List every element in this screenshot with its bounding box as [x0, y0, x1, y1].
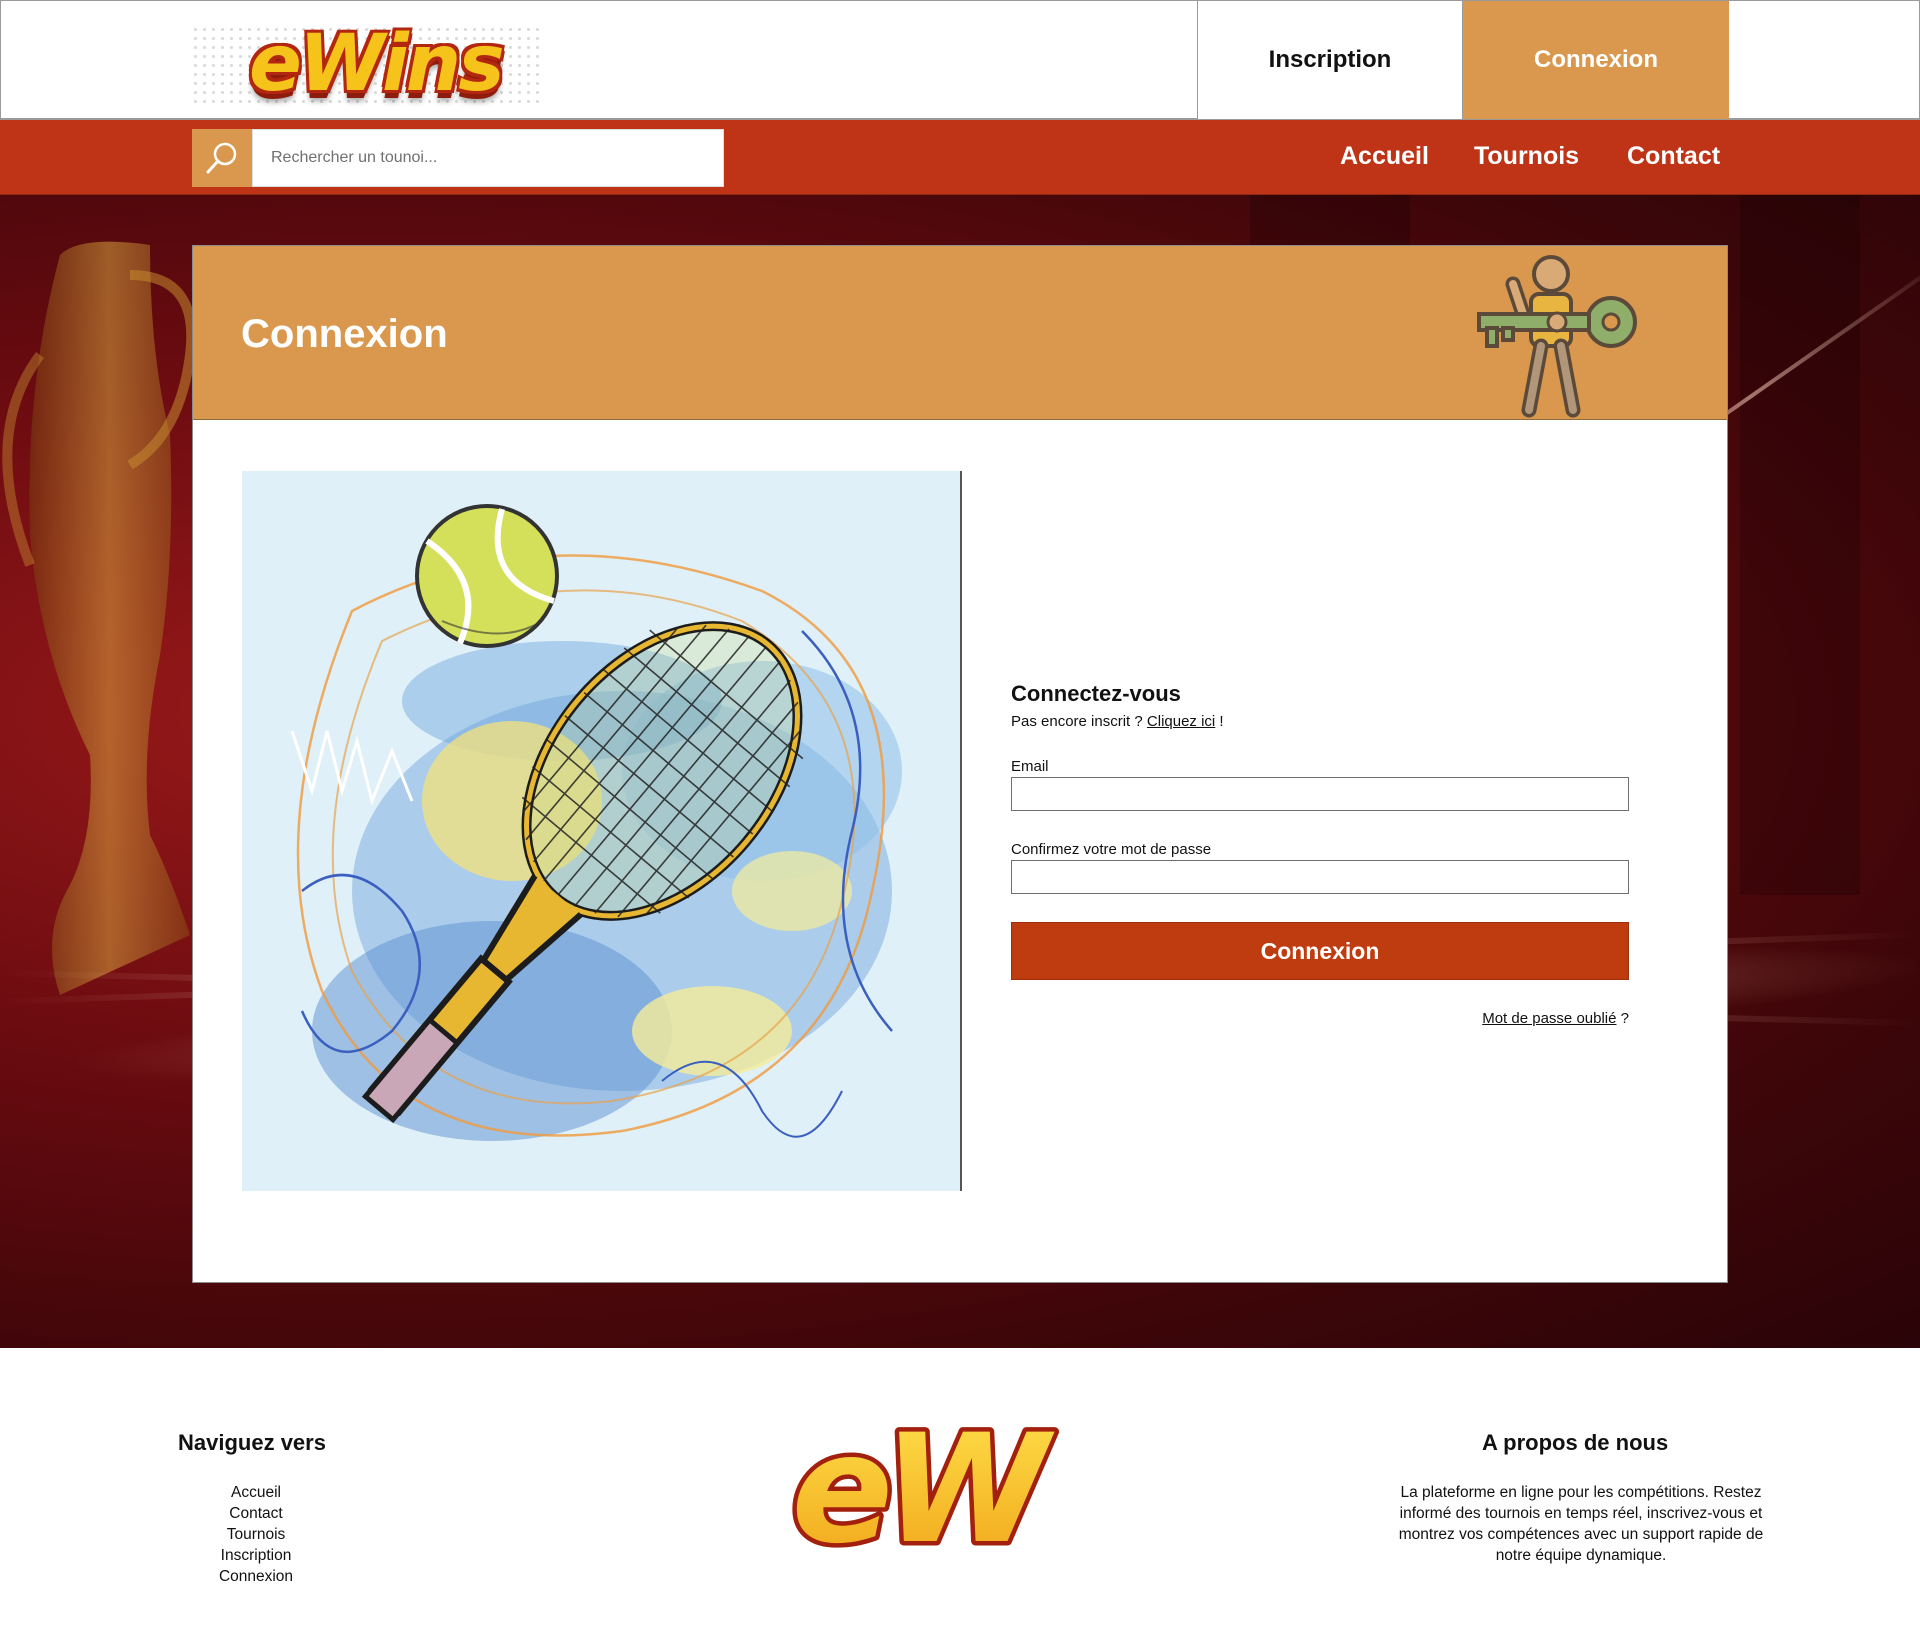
- logo-text: eWins: [249, 19, 505, 109]
- register-prompt-suffix: !: [1215, 713, 1224, 730]
- top-header: eWins Inscription Connexion: [0, 0, 1920, 120]
- email-label: Email: [1011, 758, 1049, 775]
- footer-link-connexion[interactable]: Connexion: [180, 1566, 332, 1587]
- footer-link-inscription[interactable]: Inscription: [180, 1545, 332, 1566]
- page-title: Connexion: [241, 312, 448, 356]
- ewins-logo[interactable]: eWins: [191, 19, 551, 119]
- person-with-key-icon: [1477, 255, 1637, 418]
- login-form: Connectez-vous Pas encore inscrit ? Cliq…: [1011, 681, 1631, 1027]
- register-link[interactable]: Cliquez ici: [1147, 713, 1215, 730]
- footer-about-title: A propos de nous: [1482, 1430, 1669, 1455]
- register-prompt: Pas encore inscrit ? Cliquez ici !: [1011, 713, 1631, 730]
- search-input[interactable]: [252, 129, 724, 187]
- login-card: Connexion Connectez-vous Pas encore insc…: [192, 245, 1728, 1283]
- nav-link-tournois[interactable]: Tournois: [1474, 142, 1579, 171]
- nav-link-accueil[interactable]: Accueil: [1340, 142, 1429, 171]
- forgot-password-suffix: ?: [1616, 1010, 1629, 1027]
- forgot-password: Mot de passe oublié ?: [1011, 1010, 1629, 1027]
- nav-link-contact[interactable]: Contact: [1627, 142, 1720, 171]
- footer-about-text: La plateforme en ligne pour les compétit…: [1398, 1484, 1764, 1564]
- form-title: Connectez-vous: [1011, 681, 1181, 706]
- footer-link-accueil[interactable]: Accueil: [180, 1482, 332, 1503]
- footer-nav-links: Accueil Contact Tournois Inscription Con…: [180, 1482, 332, 1587]
- tab-connexion[interactable]: Connexion: [1463, 1, 1729, 119]
- footer-link-contact[interactable]: Contact: [180, 1503, 332, 1524]
- forgot-password-link[interactable]: Mot de passe oublié: [1482, 1010, 1616, 1027]
- tab-inscription[interactable]: Inscription: [1197, 1, 1463, 119]
- search-icon: [206, 142, 237, 174]
- tennis-illustration: [242, 471, 962, 1191]
- bg-panel: [1740, 195, 1860, 895]
- login-submit-button[interactable]: Connexion: [1011, 922, 1629, 980]
- password-label: Confirmez votre mot de passe: [1011, 841, 1212, 858]
- nav-bar: Accueil Tournois Contact: [0, 120, 1920, 195]
- search-button[interactable]: [192, 129, 252, 187]
- footer-link-tournois[interactable]: Tournois: [180, 1524, 332, 1545]
- email-field[interactable]: [1011, 777, 1629, 811]
- footer-logo-outline: eW: [791, 1403, 1055, 1577]
- footer-nav-title: Naviguez vers: [178, 1430, 326, 1455]
- footer-ew-logo: eW eW: [781, 1393, 1075, 1583]
- tennis-racket-ball-image: [242, 471, 960, 1191]
- card-header: Connexion: [193, 246, 1727, 420]
- register-prompt-text: Pas encore inscrit ?: [1011, 713, 1147, 730]
- footer: Naviguez vers Accueil Contact Tournois I…: [0, 1348, 1920, 1643]
- password-field[interactable]: [1011, 860, 1629, 894]
